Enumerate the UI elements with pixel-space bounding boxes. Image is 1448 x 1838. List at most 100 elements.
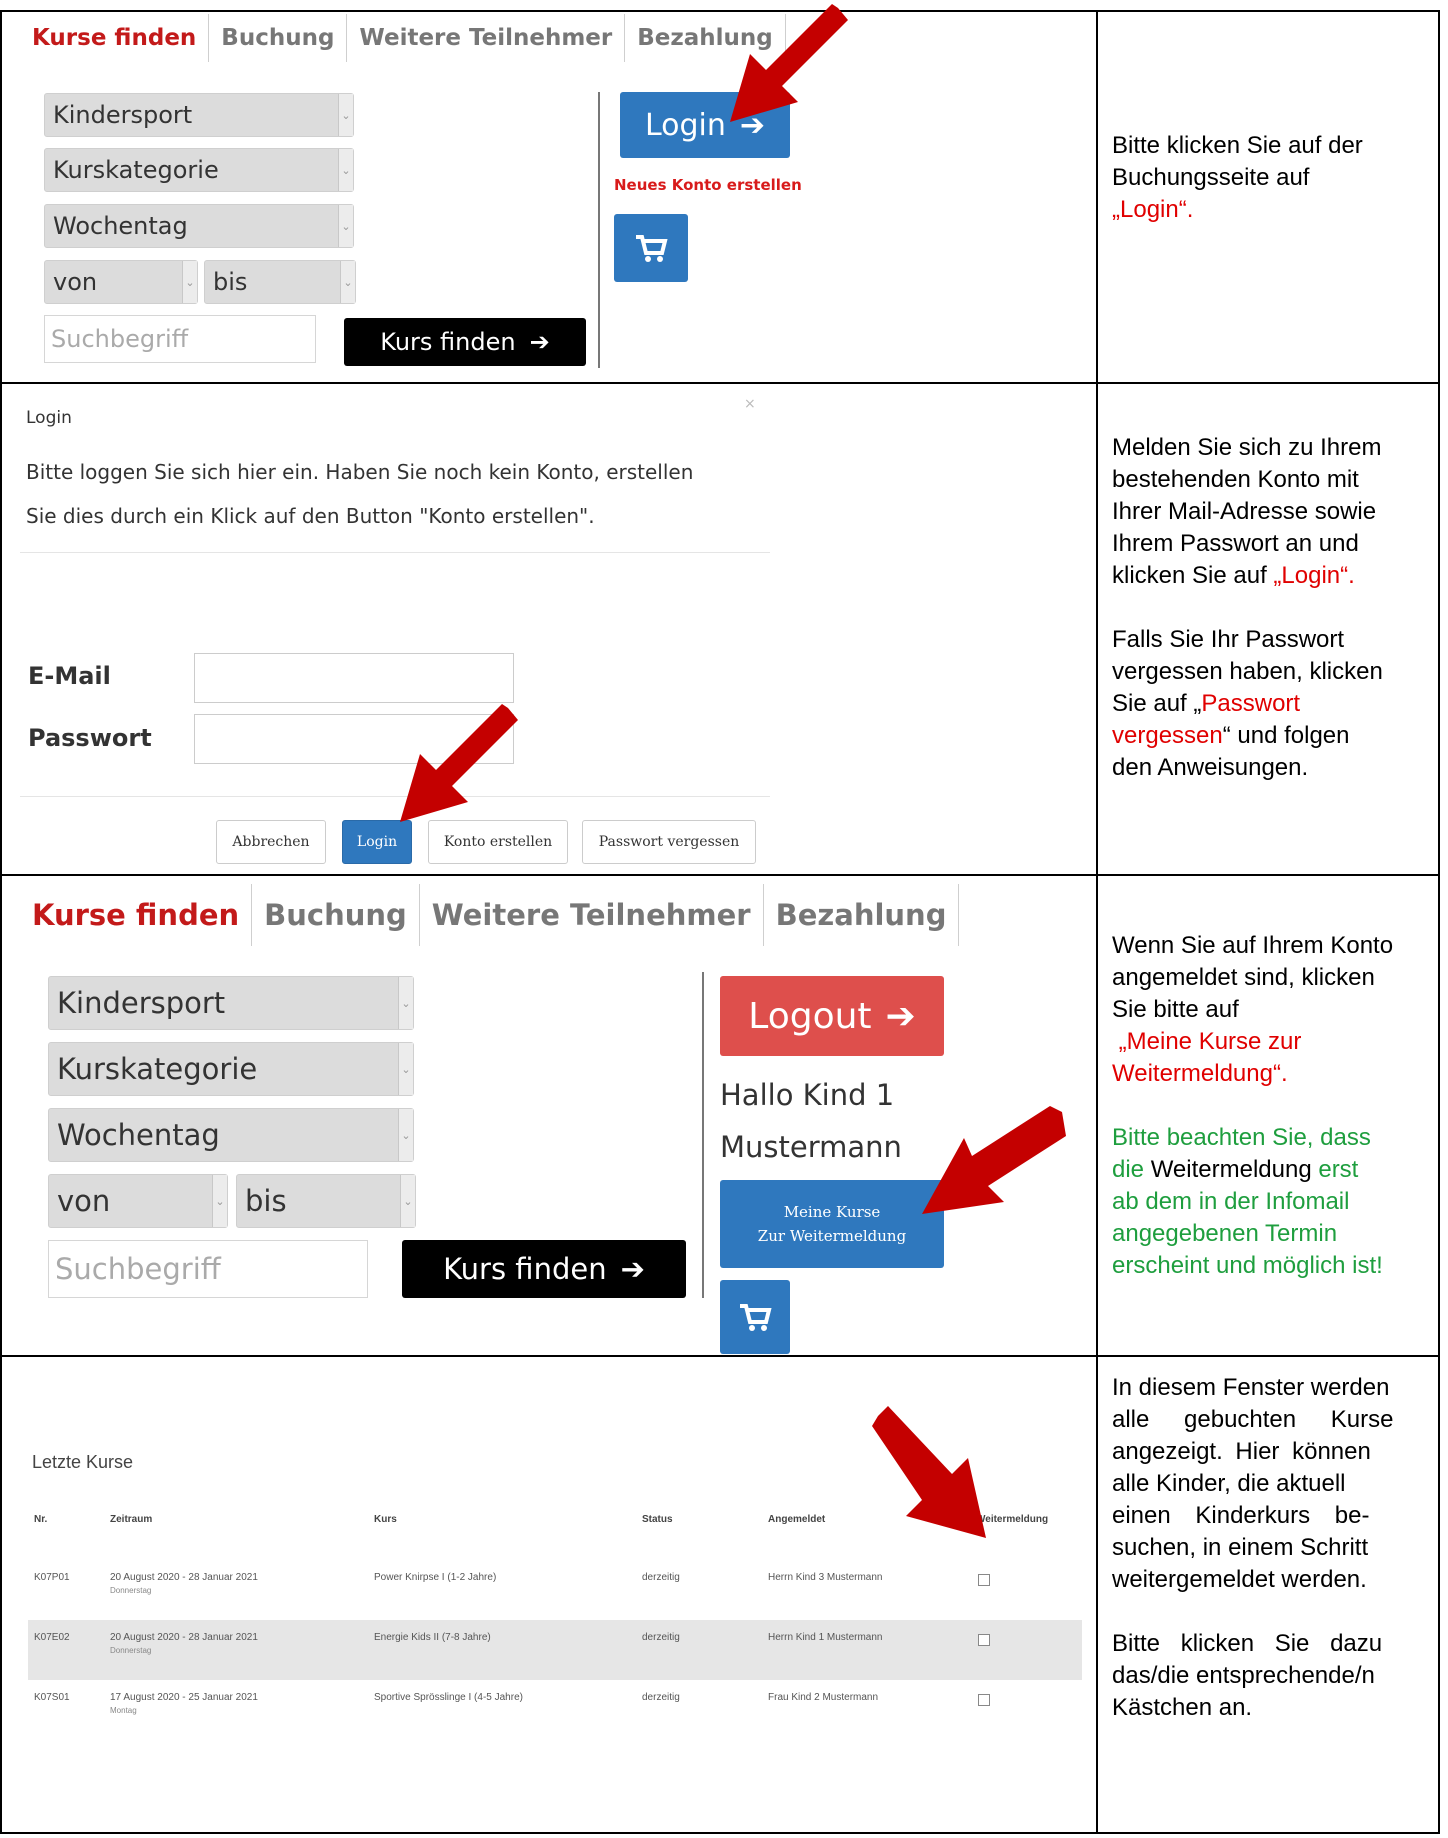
instruction-line: Buchungsseite auf: [1112, 164, 1310, 191]
close-icon[interactable]: ×: [744, 396, 756, 412]
cell-status: derzeitig: [642, 1572, 680, 1583]
select-to[interactable]: bis ⌄: [236, 1174, 416, 1228]
instruction-line: Bitte klicken Sie auf der: [1112, 132, 1363, 159]
select-to-value: bis: [245, 1184, 287, 1218]
chevron-down-icon: ⌄: [338, 149, 353, 191]
dialog-text-line: Sie dies durch ein Klick auf den Button …: [26, 504, 595, 528]
tab-bezahlung[interactable]: Bezahlung: [763, 884, 960, 946]
renewal-checkbox[interactable]: [978, 1634, 990, 1646]
table-row: K07P01 20 August 2020 - 28 Januar 2021 D…: [28, 1560, 1082, 1620]
row4-instruction: In diesem Fenster werden alle gebuchten …: [1112, 1372, 1428, 1724]
pointer-arrow-icon: [922, 1106, 1066, 1214]
arrow-right-icon: ➔: [620, 1252, 645, 1286]
arrow-right-icon: ➔: [529, 328, 550, 356]
instruction-line: Ihrem Passwort an und: [1112, 530, 1359, 557]
greeting: Mustermann: [720, 1130, 902, 1164]
cell-nr: K07E02: [34, 1632, 70, 1643]
cancel-button[interactable]: Abbrechen: [216, 820, 326, 864]
instruction-line: den Anweisungen.: [1112, 754, 1309, 781]
cell-nr: K07S01: [34, 1692, 70, 1703]
select-weekday[interactable]: Wochentag ⌄: [48, 1108, 414, 1162]
cell-day: Donnerstag: [110, 1646, 152, 1655]
cart-button[interactable]: [720, 1280, 790, 1354]
column-header-nr: Nr.: [34, 1514, 48, 1525]
tab-buchung[interactable]: Buchung: [209, 14, 348, 62]
instruction-line: Sie bitte auf: [1112, 996, 1239, 1023]
instruction-line: alle Kinder, die aktuell: [1112, 1470, 1346, 1497]
new-account-link[interactable]: Neues Konto erstellen: [614, 176, 802, 194]
chevron-down-icon: ⌄: [398, 977, 413, 1029]
greeting: Hallo Kind 1: [720, 1078, 895, 1112]
select-from[interactable]: von ⌄: [44, 260, 198, 304]
sidebar-divider: [598, 92, 600, 368]
cell-registered: Frau Kind 2 Mustermann: [768, 1692, 879, 1703]
renewal-checkbox[interactable]: [978, 1574, 990, 1586]
search-input[interactable]: Suchbegriff: [44, 315, 316, 363]
row2-instruction: Melden Sie sich zu Ihrem bestehenden Kon…: [1112, 432, 1428, 784]
row3-instruction: Wenn Sie auf Ihrem Konto angemeldet sind…: [1112, 930, 1428, 1282]
column-header-registered: Angemeldet: [768, 1514, 826, 1525]
logout-button[interactable]: Logout ➔: [720, 976, 944, 1056]
note-text: Weitermeldung: [1150, 1156, 1312, 1183]
instruction-line: Sie auf „Passwort: [1112, 688, 1428, 720]
find-course-label: Kurs finden: [380, 328, 516, 356]
cell-course: Energie Kids II (7-8 Jahre): [374, 1632, 491, 1643]
my-courses-label: Meine Kurse: [783, 1203, 881, 1221]
search-input[interactable]: Suchbegriff: [48, 1240, 368, 1298]
select-sport-value: Kindersport: [53, 101, 193, 129]
table-border-row3: [0, 1355, 1440, 1357]
note-line: erscheint und möglich ist!: [1112, 1252, 1383, 1279]
tab-kurse-finden[interactable]: Kurse finden: [20, 884, 253, 946]
instruction-line: Wenn Sie auf Ihrem Konto: [1112, 932, 1394, 959]
password-label: Passwort: [28, 724, 152, 752]
table-border-middle: [1096, 10, 1098, 1834]
table-border-left: [0, 10, 2, 1834]
cell-registered: Herrn Kind 1 Mustermann: [768, 1632, 883, 1643]
chevron-down-icon: ⌄: [398, 1109, 413, 1161]
chevron-down-icon: ⌄: [340, 261, 355, 303]
instruction-line: vergessen haben, klicken: [1112, 658, 1383, 685]
select-category[interactable]: Kurskategorie ⌄: [44, 148, 354, 192]
instruction-highlight: Passwort: [1201, 690, 1301, 717]
instruction-line: weitergemeldet werden.: [1112, 1566, 1367, 1593]
dialog-title: Login: [26, 408, 72, 428]
select-sport[interactable]: Kindersport ⌄: [44, 93, 354, 137]
cell-status: derzeitig: [642, 1632, 680, 1643]
my-courses-button[interactable]: Meine Kurse Zur Weitermeldung: [720, 1180, 944, 1268]
tab-weitere-teilnehmer[interactable]: Weitere Teilnehmer: [347, 14, 626, 62]
select-weekday-value: Wochentag: [53, 212, 188, 240]
tab-weitere-teilnehmer[interactable]: Weitere Teilnehmer: [419, 884, 764, 946]
arrow-right-icon: ➔: [885, 995, 916, 1037]
select-category-value: Kurskategorie: [57, 1052, 258, 1086]
find-course-button[interactable]: Kurs finden ➔: [344, 318, 586, 366]
sidebar-divider: [702, 972, 704, 1298]
find-course-button[interactable]: Kurs finden ➔: [402, 1240, 686, 1298]
instruction-text: klicken Sie auf: [1112, 562, 1274, 589]
cell-course: Power Knirpse I (1-2 Jahre): [374, 1572, 497, 1583]
select-to[interactable]: bis ⌄: [204, 260, 356, 304]
instruction-text: Sie auf „: [1112, 690, 1202, 717]
search-placeholder: Suchbegriff: [51, 325, 189, 353]
table-border-bottom: [0, 1832, 1440, 1834]
section-title: Letzte Kurse: [32, 1452, 134, 1472]
select-from-value: von: [53, 268, 98, 296]
cell-day: Donnerstag: [110, 1586, 152, 1595]
cart-button[interactable]: [614, 214, 688, 282]
renewal-checkbox[interactable]: [978, 1694, 990, 1706]
chevron-down-icon: ⌄: [182, 261, 197, 303]
select-sport-value: Kindersport: [57, 986, 226, 1020]
cell-day: Montag: [110, 1706, 137, 1715]
row1-instruction: Bitte klicken Sie auf der Buchungsseite …: [1112, 130, 1428, 226]
select-from[interactable]: von ⌄: [48, 1174, 228, 1228]
forgot-password-button[interactable]: Passwort vergessen: [582, 820, 756, 864]
email-field[interactable]: [194, 653, 514, 703]
select-category[interactable]: Kurskategorie ⌄: [48, 1042, 414, 1096]
instruction-line: vergessen“ und folgen: [1112, 720, 1428, 752]
tab-buchung[interactable]: Buchung: [252, 884, 420, 946]
select-weekday[interactable]: Wochentag ⌄: [44, 204, 354, 248]
tab-kurse-finden[interactable]: Kurse finden: [20, 14, 210, 62]
login-label: Login: [644, 107, 726, 143]
select-sport[interactable]: Kindersport ⌄: [48, 976, 414, 1030]
select-to-value: bis: [213, 268, 248, 296]
